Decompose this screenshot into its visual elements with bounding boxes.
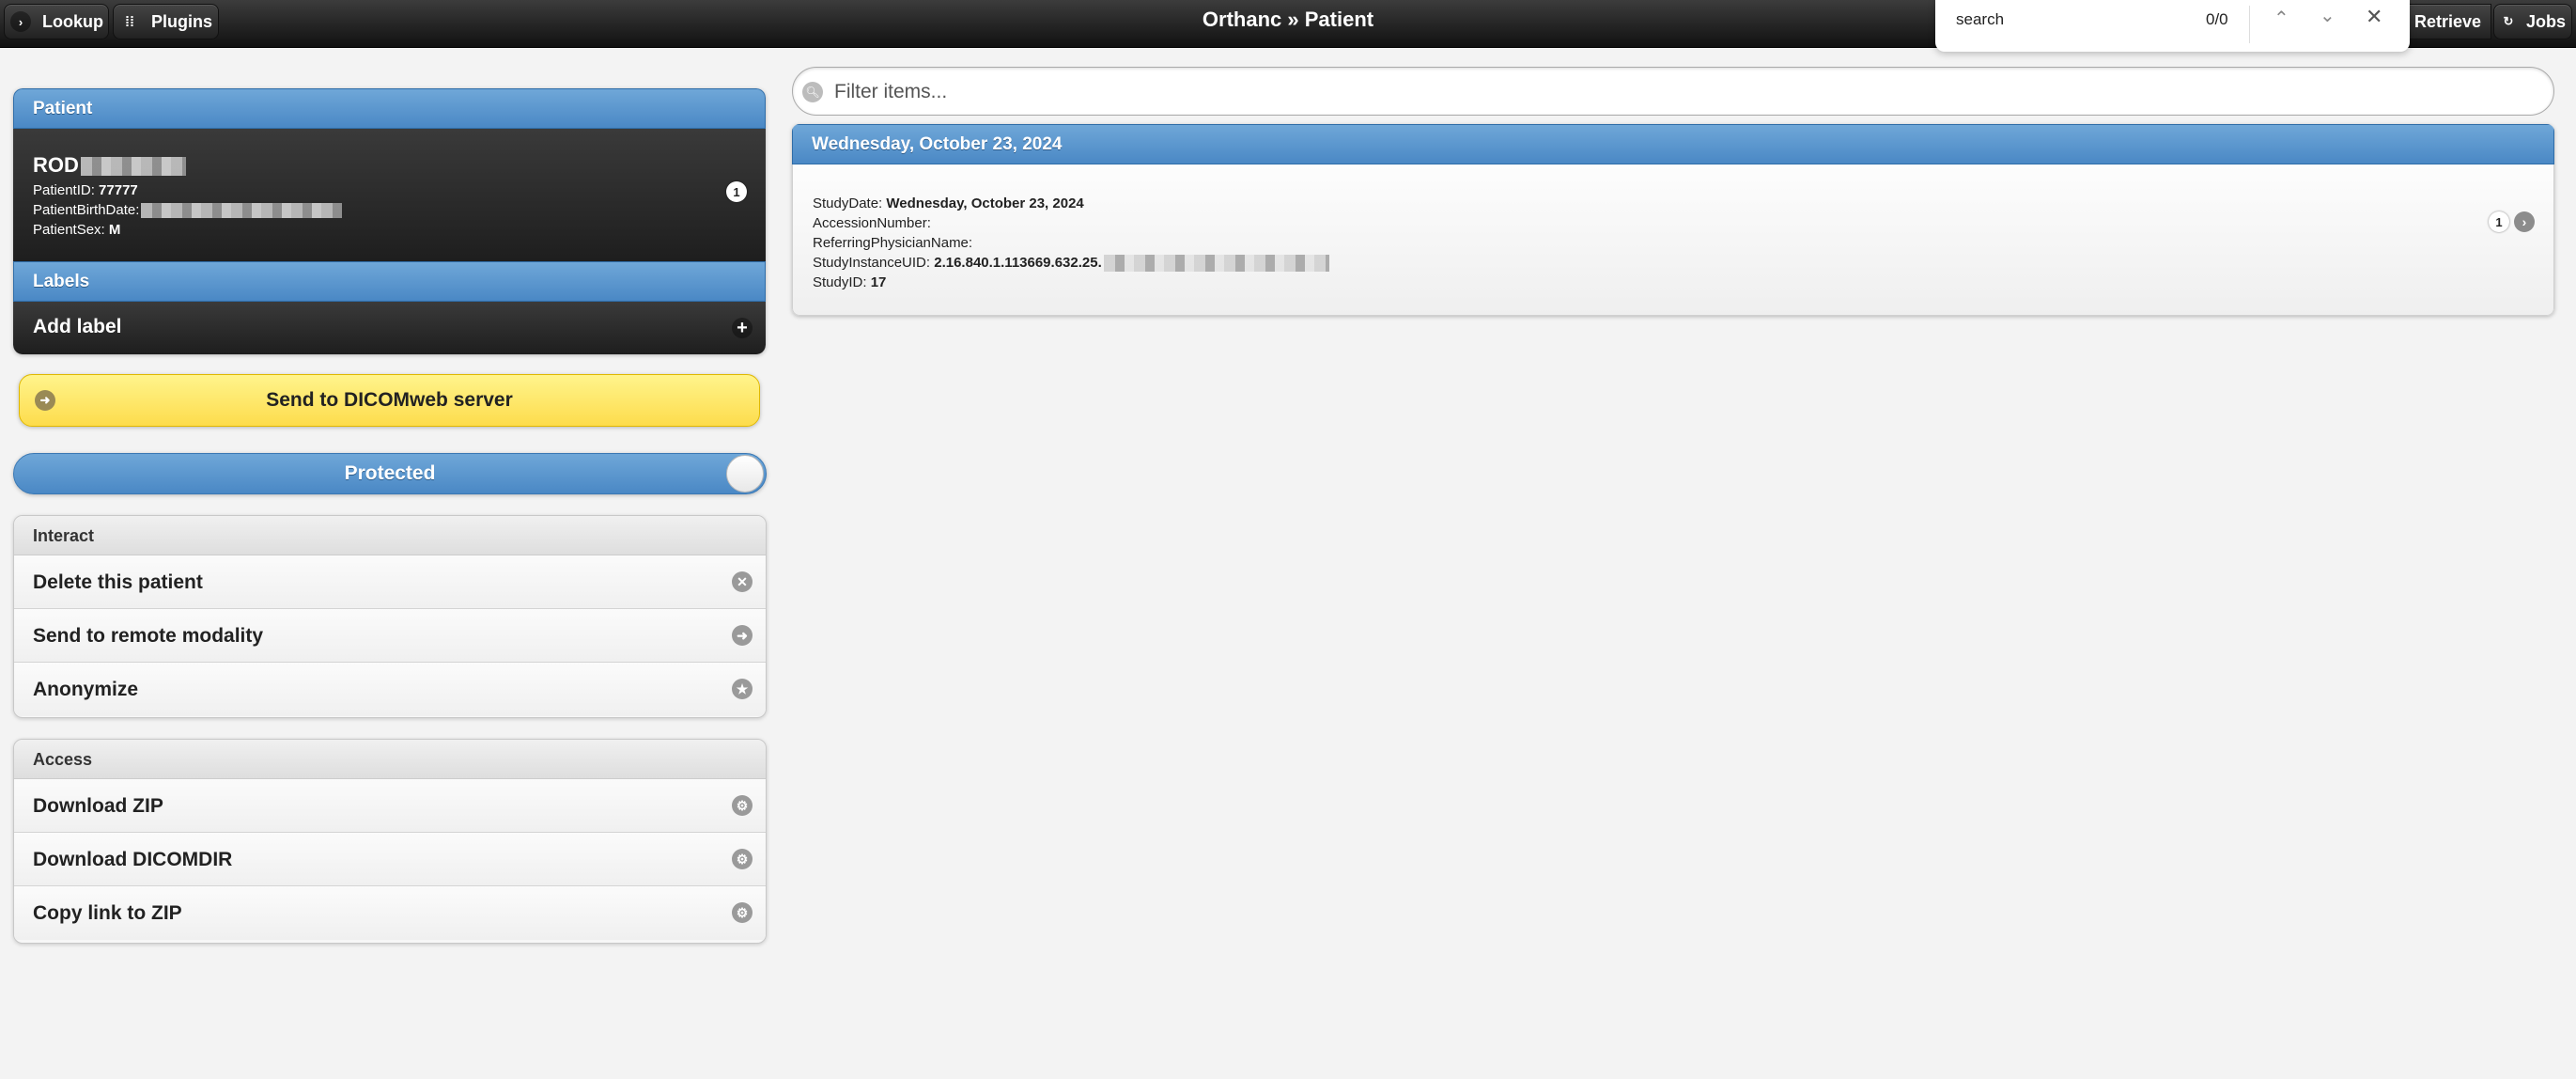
filter-input[interactable] xyxy=(832,77,2527,107)
download-zip-label: Download ZIP xyxy=(33,795,163,817)
chevron-right-icon: › xyxy=(10,11,31,32)
send-to-dicomweb-button[interactable]: ➜ Send to DICOMweb server xyxy=(19,374,760,427)
patient-panel: Patient ROD PatientID: 77777 PatientBirt… xyxy=(13,88,766,354)
chevron-right-icon: › xyxy=(2514,211,2535,232)
lookup-button[interactable]: › Lookup xyxy=(4,4,109,39)
filter-search-box: 🔍︎ xyxy=(792,67,2554,116)
redacted-name xyxy=(80,157,186,177)
refresh-icon: ↻ xyxy=(2503,14,2514,28)
send-to-remote-modality-label: Send to remote modality xyxy=(33,625,264,647)
send-to-dicomweb-label: Send to DICOMweb server xyxy=(266,389,513,411)
patient-sex-line: PatientSex: M xyxy=(33,222,121,238)
plugins-button[interactable]: ⁞⁞ Plugins xyxy=(113,4,219,39)
patient-name: ROD xyxy=(33,153,186,178)
add-label-text: Add label xyxy=(33,316,122,337)
delete-patient-button[interactable]: Delete this patient ✕ xyxy=(14,555,766,609)
study-item[interactable]: StudyDate: Wednesday, October 23, 2024 A… xyxy=(792,164,2554,316)
send-to-remote-modality-button[interactable]: Send to remote modality ➜ xyxy=(14,609,766,663)
redacted-uid xyxy=(1103,255,1329,273)
gear-icon: ⚙ xyxy=(732,902,753,923)
add-label-button[interactable]: Add label + xyxy=(13,302,766,354)
protected-toggle[interactable]: Protected xyxy=(13,453,767,494)
series-count-badge: 1 xyxy=(2489,211,2509,232)
find-previous-icon[interactable]: ⌃ xyxy=(2273,7,2289,30)
toggle-knob[interactable] xyxy=(726,455,764,493)
redacted-birthdate xyxy=(141,203,343,219)
access-panel: Access Download ZIP ⚙ Download DICOMDIR … xyxy=(13,739,767,944)
star-icon: ★ xyxy=(732,679,753,699)
accession-number-line: AccessionNumber: xyxy=(813,215,931,231)
protected-label: Protected xyxy=(344,462,436,484)
patient-birthdate-line: PatientBirthDate: xyxy=(33,202,343,219)
patient-header: Patient xyxy=(13,88,766,129)
find-next-icon[interactable]: ⌄ xyxy=(2320,4,2335,27)
retrieve-label: Retrieve xyxy=(2413,11,2481,31)
jobs-button[interactable]: ↻ Jobs xyxy=(2493,4,2572,39)
download-dicomdir-label: Download DICOMDIR xyxy=(33,849,233,870)
access-header: Access xyxy=(14,740,766,779)
download-zip-button[interactable]: Download ZIP ⚙ xyxy=(14,779,766,833)
copy-link-to-zip-button[interactable]: Copy link to ZIP ⚙ xyxy=(14,886,766,940)
patient-card[interactable]: ROD PatientID: 77777 PatientBirthDate: P… xyxy=(13,129,766,261)
study-date-header: Wednesday, October 23, 2024 xyxy=(792,124,2554,164)
gear-icon: ⚙ xyxy=(732,795,753,816)
arrow-circle-icon: ➜ xyxy=(35,390,55,411)
interact-header: Interact xyxy=(14,516,766,555)
study-instance-uid-line: StudyInstanceUID: 2.16.840.1.113669.632.… xyxy=(813,255,1329,273)
search-icon: 🔍︎ xyxy=(802,82,823,102)
study-date-line: StudyDate: Wednesday, October 23, 2024 xyxy=(813,195,1084,211)
copy-link-to-zip-label: Copy link to ZIP xyxy=(33,902,182,924)
close-icon[interactable]: ✕ xyxy=(2366,5,2382,29)
plugins-label: Plugins xyxy=(151,11,213,31)
download-dicomdir-button[interactable]: Download DICOMDIR ⚙ xyxy=(14,833,766,886)
interact-panel: Interact Delete this patient ✕ Send to r… xyxy=(13,515,767,718)
find-divider xyxy=(2249,6,2250,43)
grid-icon: ⁞⁞ xyxy=(125,13,134,30)
referring-physician-line: ReferringPhysicianName: xyxy=(813,235,973,251)
study-id-line: StudyID: 17 xyxy=(813,274,887,290)
gear-icon: ⚙ xyxy=(732,849,753,869)
delete-icon: ✕ xyxy=(732,571,753,592)
forward-icon: ➜ xyxy=(732,625,753,646)
find-count: 0/0 xyxy=(2206,10,2228,28)
anonymize-button[interactable]: Anonymize ★ xyxy=(14,663,766,716)
delete-patient-label: Delete this patient xyxy=(33,571,203,593)
study-count-badge: 1 xyxy=(726,181,747,202)
find-input[interactable]: search xyxy=(1956,10,2004,29)
patient-id-line: PatientID: 77777 xyxy=(33,182,138,198)
plus-icon: + xyxy=(732,318,753,338)
study-panel: Wednesday, October 23, 2024 StudyDate: W… xyxy=(792,124,2554,316)
jobs-label: Jobs xyxy=(2526,11,2567,31)
find-bar: search 0/0 ⌃ ⌄ ✕ xyxy=(1935,0,2410,52)
anonymize-label: Anonymize xyxy=(33,679,139,700)
labels-header: Labels xyxy=(13,261,766,302)
lookup-label: Lookup xyxy=(42,11,103,31)
